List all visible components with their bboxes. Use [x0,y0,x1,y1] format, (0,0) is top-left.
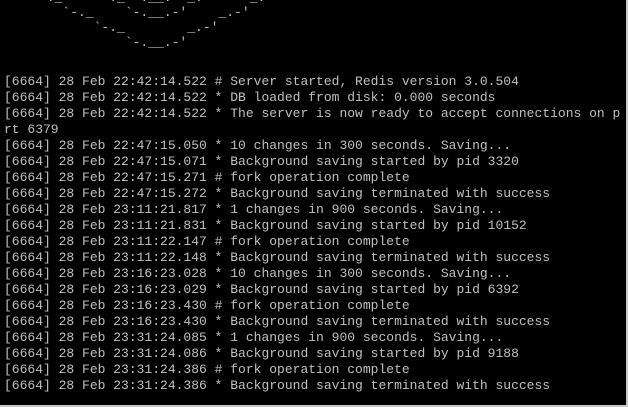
banner-line: `-.__.-' [0,35,188,50]
redis-ascii-banner: `-._ `-._`-.__.-'_.-' _.-' `-._ `-.__.-'… [0,0,281,50]
log-line: [6664] 28 Feb 23:16:23.029 * Background … [4,282,519,297]
log-line: [6664] 28 Feb 23:11:21.831 * Background … [4,218,527,233]
log-line: [6664] 28 Feb 22:47:15.071 * Background … [4,154,519,169]
log-line: [6664] 28 Feb 22:47:15.272 * Background … [4,186,551,201]
log-line: [6664] 28 Feb 23:16:23.028 * 10 changes … [4,266,512,281]
log-line: [6664] 28 Feb 23:16:23.430 * Background … [4,314,551,329]
console-window[interactable]: `-._ `-._`-.__.-'_.-' _.-' `-._ `-.__.-'… [0,0,628,407]
log-line: [6664] 28 Feb 22:42:14.522 * DB loaded f… [4,90,496,105]
banner-line: `-._ _.-' [0,20,219,35]
log-line: [6664] 28 Feb 23:31:24.386 # fork operat… [4,362,410,377]
log-line: [6664] 28 Feb 22:42:14.522 * The server … [4,106,621,121]
log-line: [6664] 28 Feb 23:31:24.085 * 1 changes i… [4,330,504,345]
log-line: rt 6379 [4,122,59,137]
log-line: [6664] 28 Feb 22:47:15.050 * 10 changes … [4,138,512,153]
log-output: [6664] 28 Feb 22:42:14.522 # Server star… [4,74,626,394]
log-line: [6664] 28 Feb 22:47:15.271 # fork operat… [4,170,410,185]
log-line: [6664] 28 Feb 22:42:14.522 # Server star… [4,74,519,89]
log-line: [6664] 28 Feb 23:31:24.386 * Background … [4,378,551,393]
log-line: [6664] 28 Feb 23:11:21.817 * 1 changes i… [4,202,504,217]
log-line: [6664] 28 Feb 23:16:23.430 # fork operat… [4,298,410,313]
log-line: [6664] 28 Feb 23:11:22.148 * Background … [4,250,551,265]
log-line: [6664] 28 Feb 23:31:24.086 * Background … [4,346,519,361]
log-line: [6664] 28 Feb 23:11:22.147 # fork operat… [4,234,410,249]
banner-line: `-._ `-.__.-' _.-' [0,5,250,20]
